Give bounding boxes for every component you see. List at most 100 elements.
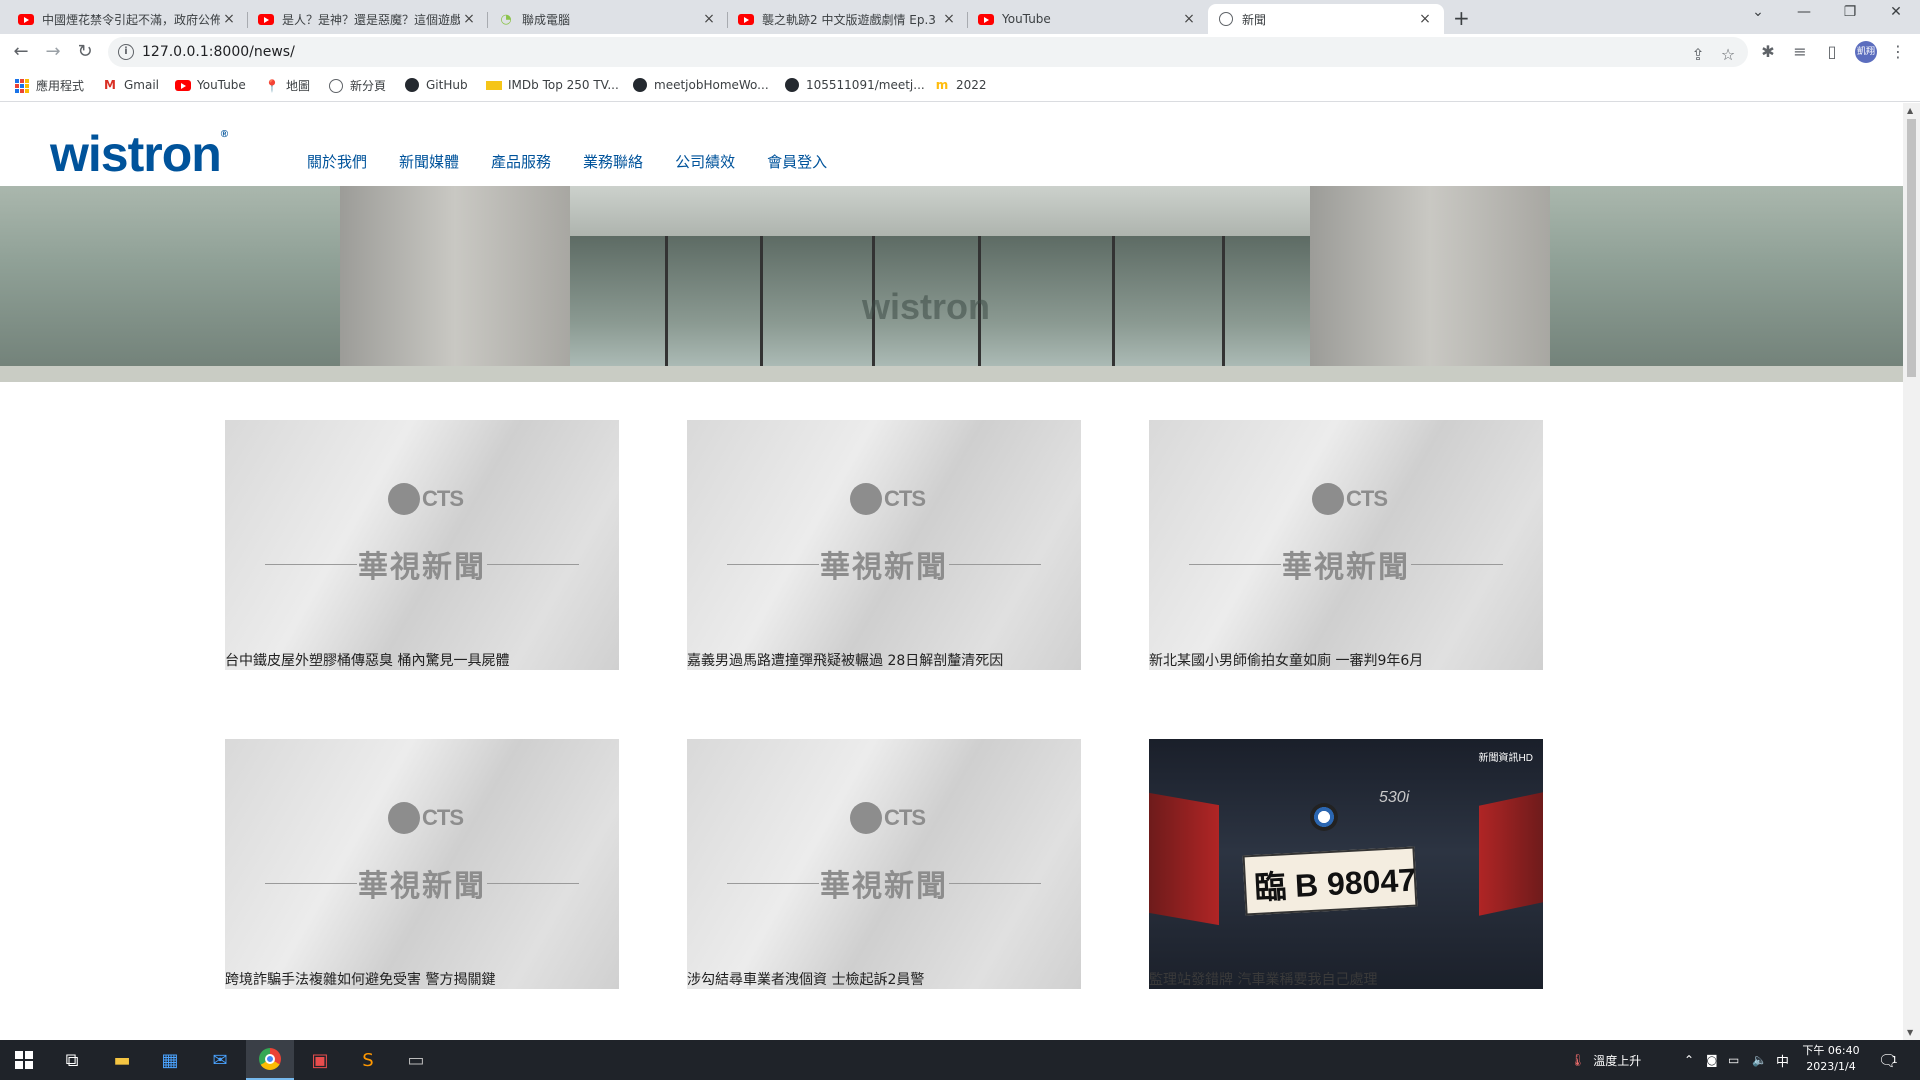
github-icon bbox=[404, 77, 420, 93]
site-favicon-icon: ◔ bbox=[500, 11, 512, 27]
profile-avatar[interactable]: 凱翔 bbox=[1855, 41, 1877, 63]
news-card[interactable]: CTS 華視新聞 台中鐵皮屋外塑膠桶傳惡臭 桶內驚見一具屍體 bbox=[225, 420, 619, 670]
forward-button[interactable]: → bbox=[41, 40, 65, 64]
task-view-icon[interactable]: ⧉ bbox=[48, 1040, 96, 1080]
news-card[interactable]: CTS 華視新聞 涉勾結尋車業者洩個資 士檢起訴2員警 bbox=[687, 739, 1081, 989]
logo-text: wistron bbox=[50, 126, 222, 182]
cts-brand-text: 華視新聞 bbox=[1282, 550, 1410, 585]
gmail-icon: M bbox=[104, 78, 116, 92]
media-icon[interactable]: ≡ bbox=[1790, 42, 1810, 61]
tab-search-icon[interactable]: ⌄ bbox=[1738, 4, 1778, 20]
close-tab-icon[interactable]: × bbox=[700, 11, 718, 27]
news-title[interactable]: 涉勾結尋車業者洩個資 士檢起訴2員警 bbox=[687, 969, 924, 989]
sublime-text-icon[interactable]: S bbox=[344, 1040, 392, 1080]
bookmark-youtube[interactable]: YouTube bbox=[175, 77, 246, 93]
bookmark-gmail[interactable]: M Gmail bbox=[102, 77, 159, 93]
new-tab-button[interactable]: + bbox=[1453, 6, 1470, 30]
news-title[interactable]: 新北某國小男師偷拍女童如廁 一審判9年6月 bbox=[1149, 650, 1423, 670]
scroll-up-icon[interactable]: ▲ bbox=[1907, 106, 1913, 115]
notification-center-button[interactable]: 🗨 1 bbox=[1878, 1040, 1898, 1080]
start-button[interactable] bbox=[0, 1040, 48, 1080]
site-info-icon[interactable]: i bbox=[118, 44, 134, 60]
chrome-icon[interactable] bbox=[246, 1040, 294, 1080]
browser-tab-active[interactable]: 新聞 × bbox=[1208, 4, 1444, 34]
news-card[interactable]: CTS 華視新聞 新北某國小男師偷拍女童如廁 一審判9年6月 bbox=[1149, 420, 1543, 670]
system-clock[interactable]: 下午 06:40 2023/1/4 bbox=[1796, 1043, 1866, 1075]
app-red-icon[interactable]: ▣ bbox=[296, 1040, 344, 1080]
menu-icon[interactable]: ⋮ bbox=[1888, 42, 1908, 61]
news-card[interactable]: CTS 華視新聞 嘉義男過馬路遭撞彈飛疑被輾過 28日解剖釐清死因 bbox=[687, 420, 1081, 670]
url-text[interactable]: 127.0.0.1:8000/news/ bbox=[142, 44, 295, 60]
browser-tab[interactable]: 是人？是神？還是惡魔？這個遊戲 × bbox=[248, 4, 488, 34]
cts-brand-text: 華視新聞 bbox=[358, 869, 486, 904]
reload-button[interactable]: ↻ bbox=[73, 40, 97, 64]
wistron-logo[interactable]: wistron® bbox=[50, 125, 228, 183]
youtube-icon bbox=[175, 77, 191, 93]
nav-products[interactable]: 產品服務 bbox=[491, 151, 551, 172]
restore-button[interactable]: ❐ bbox=[1830, 4, 1870, 20]
nav-contact[interactable]: 業務聯絡 bbox=[583, 151, 643, 172]
nav-performance[interactable]: 公司績效 bbox=[675, 151, 735, 172]
news-title[interactable]: 跨境詐騙手法複雜如何避免受害 警方揭關鍵 bbox=[225, 969, 495, 989]
store-icon[interactable]: ▦ bbox=[146, 1040, 194, 1080]
news-title[interactable]: 監理站發錯牌 汽車業稱要我自己處理 bbox=[1149, 969, 1377, 989]
plate-number: 臨 B 98047 bbox=[1253, 861, 1417, 906]
mcdonalds-icon: m bbox=[935, 78, 949, 92]
bookmark-apps[interactable]: 應用程式 bbox=[14, 77, 84, 94]
news-card[interactable]: 新聞資訊HD 530i 臨 B 98047 監理站發錯牌 汽車業稱要我自己處理 bbox=[1149, 739, 1543, 989]
close-tab-icon[interactable]: × bbox=[220, 11, 238, 27]
close-tab-icon[interactable]: × bbox=[940, 11, 958, 27]
news-card[interactable]: CTS 華視新聞 跨境詐騙手法複雜如何避免受害 警方揭關鍵 bbox=[225, 739, 619, 989]
bookmarks-bar: 應用程式 M Gmail YouTube 📍 地圖 新分頁 GitHub IMD… bbox=[0, 70, 1920, 102]
close-window-button[interactable]: ✕ bbox=[1876, 4, 1916, 20]
bookmark-repo[interactable]: 105511091/meetj... bbox=[784, 77, 925, 93]
ime-indicator[interactable]: 中 bbox=[1776, 1040, 1789, 1080]
news-title[interactable]: 台中鐵皮屋外塑膠桶傳惡臭 桶內驚見一具屍體 bbox=[225, 650, 509, 670]
nav-about[interactable]: 關於我們 bbox=[307, 151, 367, 172]
close-tab-icon[interactable]: × bbox=[1416, 11, 1434, 27]
cts-logo-icon bbox=[850, 483, 882, 515]
car-model-badge: 530i bbox=[1379, 789, 1410, 806]
page-scrollbar[interactable]: ▲ ▼ bbox=[1903, 103, 1920, 1040]
browser-tab[interactable]: YouTube × bbox=[968, 4, 1208, 34]
network-icon[interactable]: ▭ bbox=[1728, 1040, 1739, 1080]
close-tab-icon[interactable]: × bbox=[460, 11, 478, 27]
hero-wordmark: wistron bbox=[862, 286, 991, 327]
channel-badge: 新聞資訊HD bbox=[1478, 753, 1533, 764]
cts-mark: CTS bbox=[884, 805, 926, 830]
bookmark-maps[interactable]: 📍 地圖 bbox=[264, 77, 311, 94]
bookmark-github[interactable]: GitHub bbox=[404, 77, 468, 93]
share-icon[interactable]: ⇪ bbox=[1688, 45, 1708, 64]
meet-now-icon[interactable]: ◙ bbox=[1706, 1040, 1718, 1080]
volume-icon[interactable]: 🔈 bbox=[1752, 1040, 1767, 1080]
browser-tab[interactable]: 襲之軌跡2 中文版遊戲劇情 Ep.3 × bbox=[728, 4, 968, 34]
mail-icon[interactable]: ✉ bbox=[196, 1040, 244, 1080]
weather-widget[interactable]: 🌡 溫度上升 bbox=[1570, 1040, 1641, 1080]
back-button[interactable]: ← bbox=[9, 40, 33, 64]
bookmark-new-tab[interactable]: 新分頁 bbox=[328, 77, 386, 94]
address-bar[interactable]: i 127.0.0.1:8000/news/ ⇪ ☆ bbox=[108, 37, 1748, 67]
bookmark-2022[interactable]: m 2022 bbox=[934, 77, 987, 93]
close-tab-icon[interactable]: × bbox=[1180, 11, 1198, 27]
cts-logo-icon bbox=[388, 802, 420, 834]
tab-title: 新聞 bbox=[1242, 12, 1267, 27]
tab-title: YouTube bbox=[1002, 12, 1051, 26]
minimize-button[interactable]: — bbox=[1784, 4, 1824, 20]
terminal-icon[interactable]: ▭ bbox=[392, 1040, 440, 1080]
tray-overflow-icon[interactable]: ⌃ bbox=[1684, 1040, 1694, 1080]
extensions-icon[interactable]: ✱ bbox=[1758, 42, 1778, 61]
scroll-down-icon[interactable]: ▼ bbox=[1907, 1028, 1913, 1037]
nav-news[interactable]: 新聞媒體 bbox=[399, 151, 459, 172]
bookmark-label: Gmail bbox=[124, 78, 160, 92]
cts-logo-icon bbox=[850, 802, 882, 834]
news-title[interactable]: 嘉義男過馬路遭撞彈飛疑被輾過 28日解剖釐清死因 bbox=[687, 650, 1003, 670]
bookmark-imdb[interactable]: IMDb Top 250 TV... bbox=[486, 77, 619, 93]
side-panel-icon[interactable]: ▯ bbox=[1822, 42, 1842, 61]
browser-tab[interactable]: 中國煙花禁令引起不滿，政府公佈 × bbox=[8, 4, 248, 34]
scroll-thumb[interactable] bbox=[1907, 119, 1916, 377]
browser-tab[interactable]: ◔ 聯成電腦 × bbox=[488, 4, 728, 34]
bookmark-star-icon[interactable]: ☆ bbox=[1718, 45, 1738, 64]
nav-login[interactable]: 會員登入 bbox=[767, 151, 827, 172]
file-explorer-icon[interactable]: ▬ bbox=[98, 1040, 146, 1080]
bookmark-meetjob[interactable]: meetjobHomeWo... bbox=[632, 77, 769, 93]
